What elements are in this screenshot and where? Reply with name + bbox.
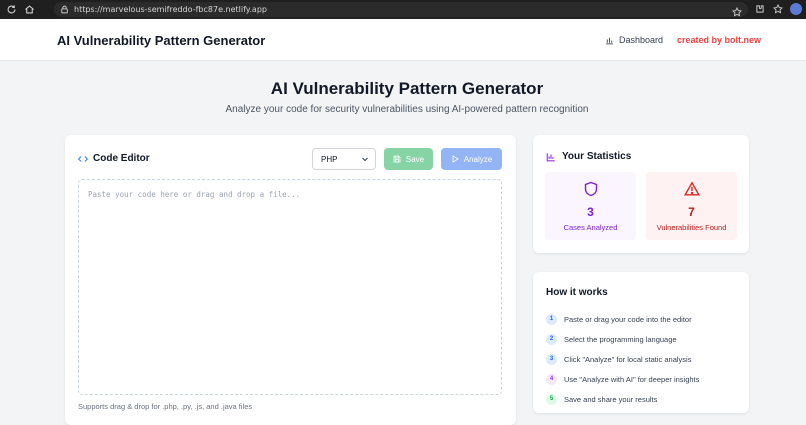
statistics-card: Your Statistics 3 Cases Analyzed 7 Vulne… bbox=[533, 135, 749, 253]
statistics-heading: Your Statistics bbox=[546, 151, 631, 162]
profile-avatar[interactable] bbox=[790, 3, 802, 15]
analyze-button[interactable]: Analyze bbox=[441, 148, 502, 170]
how-it-works-steps: 1 Paste or drag your code into the edito… bbox=[546, 309, 699, 409]
code-editor-heading: Code Editor bbox=[78, 153, 150, 164]
cases-analyzed-label: Cases Analyzed bbox=[563, 223, 618, 232]
step-text: Use "Analyze with AI" for deeper insight… bbox=[564, 374, 700, 384]
bar-chart-icon bbox=[546, 152, 555, 161]
how-it-works-card: How it works 1 Paste or drag your code i… bbox=[533, 272, 749, 413]
app-title: AI Vulnerability Pattern Generator bbox=[57, 33, 266, 48]
code-input[interactable] bbox=[78, 179, 502, 395]
reload-icon[interactable] bbox=[4, 3, 18, 17]
dashboard-link[interactable]: Dashboard bbox=[605, 35, 663, 45]
step-number: 2 bbox=[546, 333, 557, 345]
list-item: 2 Select the programming language bbox=[546, 329, 699, 349]
list-item: 4 Use "Analyze with AI" for deeper insig… bbox=[546, 369, 699, 389]
warning-icon bbox=[684, 181, 700, 196]
step-text: Select the programming language bbox=[564, 334, 677, 344]
home-icon[interactable] bbox=[22, 3, 36, 17]
code-editor-card: Code Editor PHP Save Analyze Supports dr… bbox=[65, 135, 516, 425]
extensions-icon[interactable] bbox=[754, 2, 766, 16]
language-select[interactable]: PHP bbox=[312, 148, 376, 170]
bar-chart-icon bbox=[606, 37, 613, 44]
browser-toolbar: https://marvelous-semifreddo-fbc87e.netl… bbox=[0, 0, 806, 19]
step-number: 4 bbox=[546, 373, 557, 385]
step-text: Paste or drag your code into the editor bbox=[564, 314, 692, 324]
shield-icon bbox=[584, 181, 598, 197]
analyze-label: Analyze bbox=[463, 154, 493, 164]
page-subtitle: Analyze your code for security vulnerabi… bbox=[225, 104, 589, 115]
cases-analyzed-stat: 3 Cases Analyzed bbox=[545, 172, 636, 240]
url-text: https://marvelous-semifreddo-fbc87e.netl… bbox=[74, 5, 267, 14]
list-item: 1 Paste or drag your code into the edito… bbox=[546, 309, 699, 329]
bolt-new-link[interactable]: created by bolt.new bbox=[677, 35, 761, 45]
site-info-icon[interactable] bbox=[60, 5, 69, 14]
favorites-icon[interactable] bbox=[772, 2, 784, 16]
play-icon bbox=[452, 155, 459, 163]
address-bar[interactable]: https://marvelous-semifreddo-fbc87e.netl… bbox=[54, 2, 748, 17]
code-editor-title: Code Editor bbox=[93, 153, 150, 164]
step-number: 1 bbox=[546, 313, 557, 325]
drag-drop-hint: Supports drag & drop for .php, .py, .js,… bbox=[78, 402, 253, 411]
code-icon bbox=[78, 155, 88, 162]
vulnerabilities-found-value: 7 bbox=[688, 205, 695, 219]
vulnerabilities-found-label: Vulnerabilities Found bbox=[656, 223, 727, 232]
dashboard-label: Dashboard bbox=[619, 35, 664, 45]
page-title: AI Vulnerability Pattern Generator bbox=[270, 79, 544, 98]
vulnerabilities-found-stat: 7 Vulnerabilities Found bbox=[646, 172, 737, 240]
step-text: Save and share your results bbox=[564, 394, 658, 404]
save-label: Save bbox=[405, 154, 425, 164]
cases-analyzed-value: 3 bbox=[587, 205, 594, 219]
language-value: PHP bbox=[321, 154, 338, 164]
step-number: 3 bbox=[546, 353, 557, 365]
app-header: AI Vulnerability Pattern Generator Dashb… bbox=[0, 19, 806, 61]
list-item: 5 Save and share your results bbox=[546, 389, 699, 409]
save-button[interactable]: Save bbox=[384, 148, 433, 170]
statistics-title: Your Statistics bbox=[562, 151, 632, 162]
save-icon bbox=[393, 155, 401, 163]
chevron-down-icon bbox=[362, 157, 368, 162]
browser-actions bbox=[754, 2, 802, 16]
how-it-works-heading: How it works bbox=[546, 287, 608, 298]
list-item: 3 Click "Analyze" for local static analy… bbox=[546, 349, 699, 369]
step-text: Click "Analyze" for local static analysi… bbox=[564, 354, 692, 364]
step-number: 5 bbox=[546, 393, 557, 405]
